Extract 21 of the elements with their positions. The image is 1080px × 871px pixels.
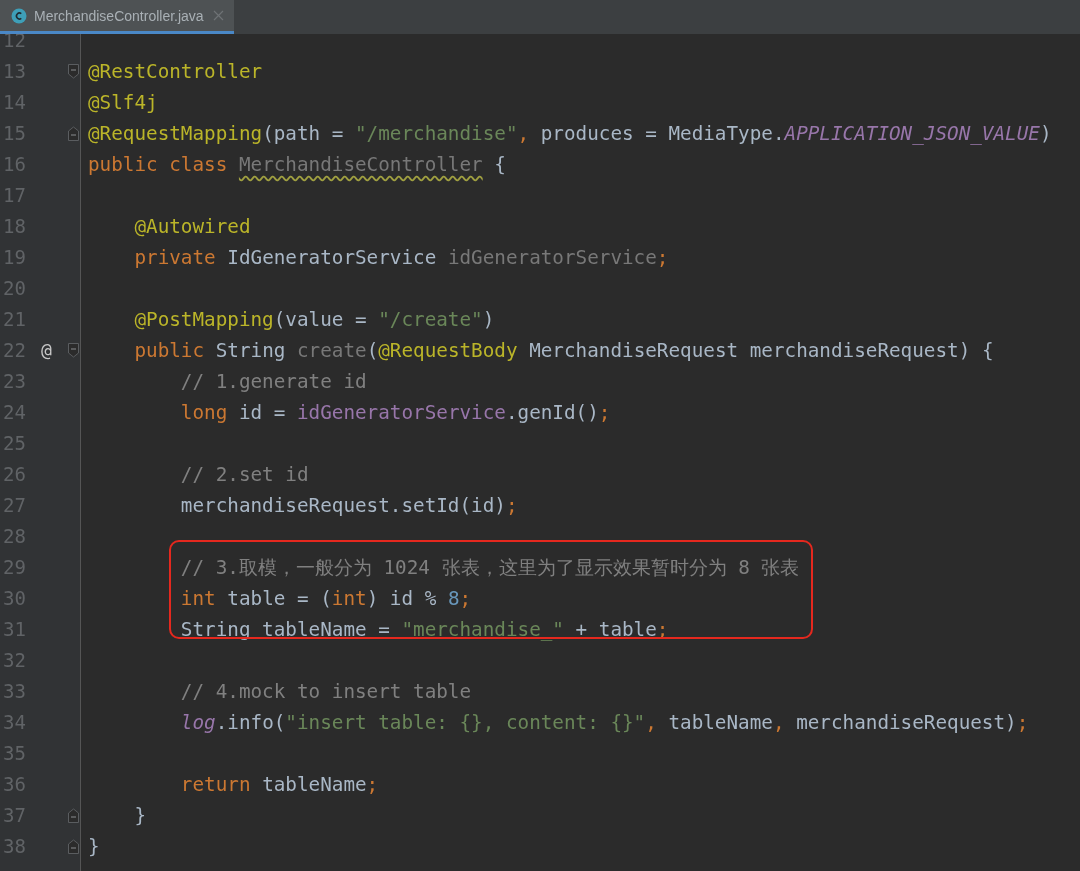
code-line: @Slf4j — [88, 91, 158, 114]
code-line: // 1.generate id — [179, 370, 367, 393]
code-line: // 2.set id — [179, 463, 309, 486]
code-line: log.info("insert table: {}, content: {}", tableName, merchandiseRequest); — [179, 711, 1029, 734]
code-line: } — [133, 804, 147, 827]
annotation-marker: @ — [41, 339, 52, 360]
code-line: return tableName; — [179, 773, 379, 796]
code-line: public String create(@RequestBody MerchandiseRequest merchandiseRequest) { — [133, 339, 994, 362]
code-line: @Autowired — [133, 215, 251, 238]
code-line: @RestController — [88, 60, 263, 83]
code-line: public class MerchandiseController { — [88, 153, 506, 176]
code-line: // 4.mock to insert table — [179, 680, 472, 703]
code-line: merchandiseRequest.setId(id); — [179, 494, 518, 517]
file-tab[interactable]: MerchandiseController.java — [0, 0, 234, 34]
code-line: @PostMapping(value = "/create") — [133, 308, 495, 331]
code-line: private IdGeneratorService idGeneratorService; — [133, 246, 669, 269]
code-line: // 3.取模，一般分为 1024 张表，这里为了显示效果暂时分为 8 张表 — [179, 555, 800, 581]
code-line: long id = idGeneratorService.genId(); — [179, 401, 611, 424]
code-line: @RequestMapping(path = "/merchandise", produces = MediaType.APPLICATION_JSON_VALUE) — [88, 122, 1052, 145]
code-line: int table = (int) id % 8; — [179, 587, 472, 610]
code-line: } — [88, 835, 100, 858]
